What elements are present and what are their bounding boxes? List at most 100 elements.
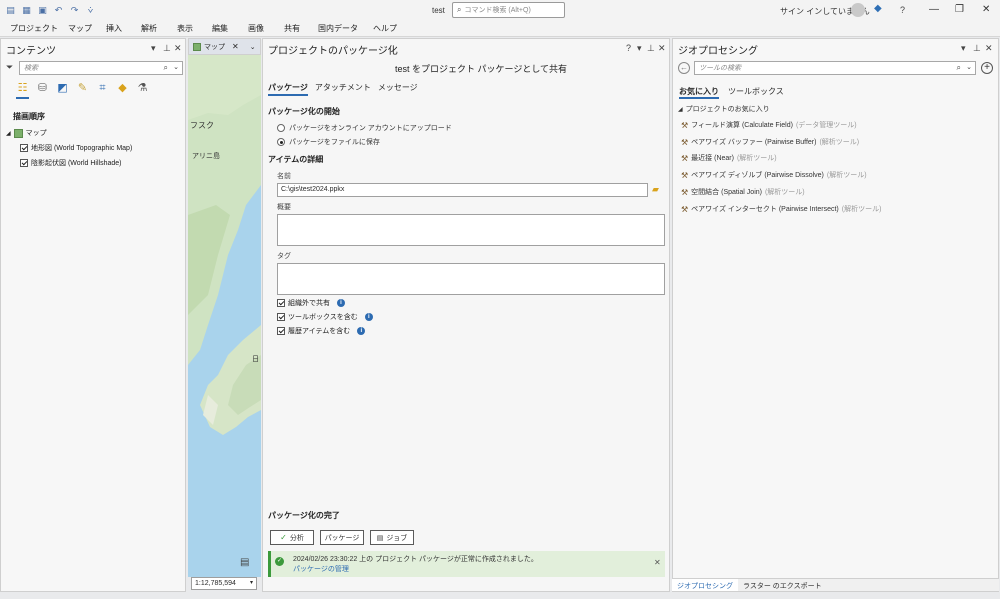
list-by-editing-icon[interactable]: ✎ — [76, 82, 89, 95]
contents-search-input[interactable]: 検索 ⌕ ⌄ — [19, 61, 183, 75]
start-section-heading: パッケージ化の開始 — [268, 107, 340, 116]
favorite-tool[interactable]: ⚒ 最近接 (Near) (解析ツール) — [681, 153, 777, 163]
notification-icon[interactable]: ◆ — [874, 3, 886, 15]
list-by-snapping-icon[interactable]: ⌗ — [96, 82, 109, 95]
tab-attachments[interactable]: アタッチメント — [315, 82, 371, 96]
share-outside-option[interactable]: 組織外で共有 i — [277, 298, 345, 308]
favorite-tool[interactable]: ⚒ フィールド演算 (Calculate Field) (データ管理ツール) — [681, 120, 857, 130]
redo-icon[interactable]: ↷ — [69, 5, 80, 16]
include-history-checkbox[interactable] — [277, 327, 285, 335]
layer-row[interactable]: 地形図 (World Topographic Map) — [20, 143, 132, 153]
layer-row[interactable]: 陰影起伏図 (World Hillshade) — [20, 158, 122, 168]
list-by-charts-icon[interactable]: ⚗ — [136, 82, 149, 95]
menu-analysis[interactable]: 解析 — [141, 23, 157, 34]
menu-view[interactable]: 表示 — [177, 23, 193, 34]
list-by-labeling-icon[interactable]: ◆ — [116, 82, 129, 95]
include-history-option[interactable]: 履歴アイテムを含む i — [277, 326, 366, 336]
add-icon[interactable]: + — [981, 62, 993, 74]
save-file-option[interactable]: パッケージをファイルに保存 — [277, 137, 380, 147]
layer-visibility-checkbox[interactable] — [20, 159, 28, 167]
contents-header: コンテンツ ▾ ⊥ ✕ — [1, 39, 185, 59]
menu-imagery[interactable]: 画像 — [248, 23, 264, 34]
undo-icon[interactable]: ↶ — [53, 5, 64, 16]
favorite-tool[interactable]: ⚒ ペアワイズ バッファー (Pairwise Buffer) (解析ツール) — [681, 137, 859, 147]
upload-online-radio[interactable] — [277, 124, 285, 132]
favorite-tool[interactable]: ⚒ ペアワイズ ディゾルブ (Pairwise Dissolve) (解析ツール… — [681, 170, 867, 180]
close-pane-icon[interactable]: ✕ — [174, 43, 182, 54]
map-node[interactable]: ◢ マップ — [6, 128, 47, 138]
info-icon[interactable]: i — [364, 313, 373, 321]
expand-icon[interactable]: ◢ — [6, 130, 11, 137]
close-pane-icon[interactable]: ✕ — [985, 43, 993, 54]
tool-hammer-icon: ⚒ — [681, 187, 689, 197]
close-pane-icon[interactable]: ✕ — [658, 43, 666, 54]
pin-icon[interactable]: ⊥ — [163, 43, 171, 54]
chevron-down-icon[interactable]: ⌄ — [966, 63, 972, 71]
help-icon[interactable]: ? — [626, 43, 631, 53]
tab-package[interactable]: パッケージ — [268, 82, 308, 96]
tool-search-input[interactable]: ツールの検索 ⌕ ⌄ — [694, 61, 976, 75]
restore-icon[interactable]: ❐ — [955, 4, 964, 15]
summary-field[interactable] — [277, 214, 665, 246]
customize-toolbar-icon[interactable]: ⩒ — [85, 5, 96, 16]
jobs-button[interactable]: ▤ ジョブ — [370, 530, 414, 545]
scale-selector[interactable]: 1:12,785,594 ▾ — [191, 577, 257, 590]
favorites-group[interactable]: ◢ プロジェクトのお気に入り — [678, 104, 770, 114]
info-icon[interactable]: i — [357, 327, 366, 335]
menu-map[interactable]: マップ — [68, 23, 92, 34]
menu-help[interactable]: ヘルプ — [373, 23, 397, 34]
include-toolboxes-checkbox[interactable] — [277, 313, 285, 321]
filter-icon[interactable]: ⏷ — [6, 62, 13, 73]
close-tab-icon[interactable]: ✕ — [232, 42, 239, 51]
tab-messages[interactable]: メッセージ — [378, 82, 418, 96]
list-by-data-source-icon[interactable]: ⛁ — [36, 82, 49, 95]
list-by-drawing-order-icon[interactable]: ☷ — [16, 82, 29, 95]
map-options-icon[interactable]: ▤ — [240, 557, 249, 568]
chevron-down-icon[interactable]: ▾ — [250, 578, 253, 589]
menu-domestic-data[interactable]: 国内データ — [318, 23, 358, 34]
minimize-icon[interactable]: — — [929, 4, 939, 15]
name-field[interactable]: C:\gis\test2024.ppkx — [277, 183, 648, 197]
tags-field[interactable] — [277, 263, 665, 295]
upload-online-option[interactable]: パッケージをオンライン アカウントにアップロード — [277, 123, 452, 133]
favorite-tool[interactable]: ⚒ 空間結合 (Spatial Join) (解析ツール) — [681, 187, 805, 197]
command-search-input[interactable]: ⌕ コマンド検索 (Alt+Q) — [452, 2, 565, 18]
pane-menu-icon[interactable]: ▾ — [637, 43, 642, 54]
layer-visibility-checkbox[interactable] — [20, 144, 28, 152]
expand-icon[interactable]: ◢ — [678, 106, 683, 113]
open-project-icon[interactable]: ▦ — [21, 5, 32, 16]
pane-menu-icon[interactable]: ▾ — [961, 43, 966, 54]
favorite-tool[interactable]: ⚒ ペアワイズ インターセクト (Pairwise Intersect) (解析… — [681, 204, 881, 214]
info-icon[interactable]: i — [337, 299, 345, 307]
new-project-icon[interactable]: ▤ — [5, 5, 16, 16]
back-icon[interactable]: ← — [678, 62, 690, 74]
menu-share[interactable]: 共有 — [284, 23, 300, 34]
pane-menu-icon[interactable]: ▾ — [151, 43, 156, 54]
tab-export-raster[interactable]: ラスター のエクスポート — [738, 579, 827, 591]
menu-edit[interactable]: 編集 — [212, 23, 228, 34]
share-outside-checkbox[interactable] — [277, 299, 285, 307]
close-window-icon[interactable]: ✕ — [982, 4, 990, 15]
pin-icon[interactable]: ⊥ — [973, 43, 981, 54]
pin-icon[interactable]: ⊥ — [647, 43, 655, 54]
tab-geoprocessing[interactable]: ジオプロセシング — [672, 579, 738, 591]
package-button[interactable]: パッケージ — [320, 530, 364, 545]
menu-insert[interactable]: 挿入 — [106, 23, 122, 34]
tab-favorites[interactable]: お気に入り — [679, 86, 719, 99]
list-by-selection-icon[interactable]: ◩ — [56, 82, 69, 95]
user-avatar[interactable] — [851, 3, 865, 17]
browse-folder-icon[interactable]: ▰ — [652, 184, 659, 195]
manage-packages-link[interactable]: パッケージの管理 — [293, 564, 349, 574]
help-button[interactable]: ? — [900, 5, 905, 15]
tab-map[interactable]: マップ ✕ ⌄ — [188, 38, 261, 55]
include-toolboxes-option[interactable]: ツールボックスを含む i — [277, 312, 373, 322]
menu-project[interactable]: プロジェクト — [10, 23, 58, 34]
map-canvas[interactable]: フスク アリニ島 日 ▤ — [188, 55, 261, 577]
chevron-down-icon[interactable]: ⌄ — [173, 63, 179, 71]
chevron-down-icon[interactable]: ⌄ — [250, 43, 256, 51]
analyze-button[interactable]: ✓ 分析 — [270, 530, 314, 545]
save-file-radio[interactable] — [277, 138, 285, 146]
close-message-icon[interactable]: ✕ — [654, 558, 661, 567]
save-project-icon[interactable]: ▣ — [37, 5, 48, 16]
tab-toolboxes[interactable]: ツールボックス — [728, 86, 784, 99]
